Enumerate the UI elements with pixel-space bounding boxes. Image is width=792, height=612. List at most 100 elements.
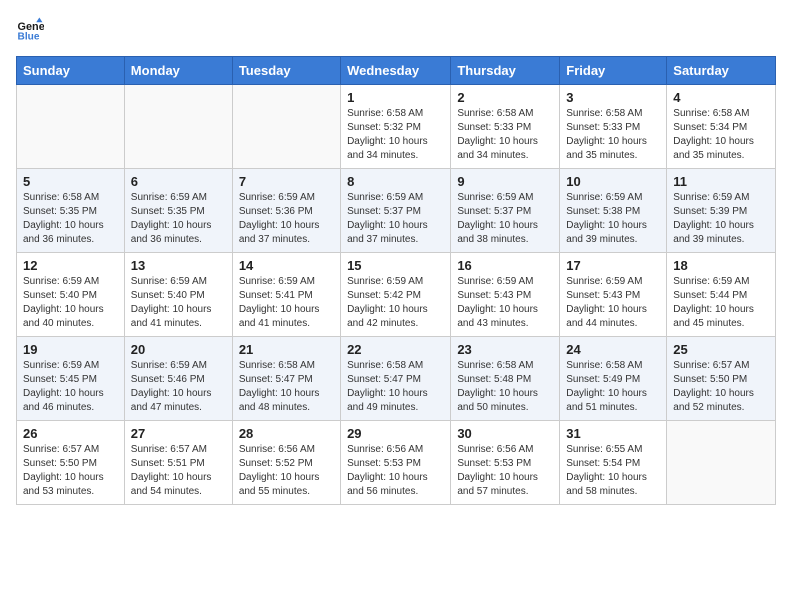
sunrise-text: Sunrise: 6:59 AM [131, 360, 207, 371]
weekday-header-wednesday: Wednesday [341, 57, 451, 85]
sunset-text: Sunset: 5:35 PM [23, 206, 97, 217]
daylight-text: Daylight: 10 hours and 54 minutes. [131, 472, 212, 497]
sunset-text: Sunset: 5:47 PM [239, 374, 313, 385]
day-number: 26 [23, 426, 118, 441]
day-info: Sunrise: 6:58 AM Sunset: 5:35 PM Dayligh… [23, 191, 118, 247]
day-cell [667, 421, 776, 505]
daylight-text: Daylight: 10 hours and 35 minutes. [673, 136, 754, 161]
day-cell: 2 Sunrise: 6:58 AM Sunset: 5:33 PM Dayli… [451, 85, 560, 169]
day-number: 8 [347, 174, 444, 189]
sunset-text: Sunset: 5:37 PM [347, 206, 421, 217]
day-number: 1 [347, 90, 444, 105]
daylight-text: Daylight: 10 hours and 45 minutes. [673, 304, 754, 329]
sunrise-text: Sunrise: 6:56 AM [457, 444, 533, 455]
week-row-1: 1 Sunrise: 6:58 AM Sunset: 5:32 PM Dayli… [17, 85, 776, 169]
sunset-text: Sunset: 5:52 PM [239, 458, 313, 469]
sunset-text: Sunset: 5:35 PM [131, 206, 205, 217]
sunset-text: Sunset: 5:43 PM [566, 290, 640, 301]
day-cell: 5 Sunrise: 6:58 AM Sunset: 5:35 PM Dayli… [17, 169, 125, 253]
day-cell: 6 Sunrise: 6:59 AM Sunset: 5:35 PM Dayli… [124, 169, 232, 253]
sunset-text: Sunset: 5:48 PM [457, 374, 531, 385]
day-info: Sunrise: 6:59 AM Sunset: 5:36 PM Dayligh… [239, 191, 334, 247]
daylight-text: Daylight: 10 hours and 44 minutes. [566, 304, 647, 329]
svg-text:Blue: Blue [18, 31, 40, 42]
logo: General Blue [16, 16, 48, 44]
day-number: 11 [673, 174, 769, 189]
day-number: 6 [131, 174, 226, 189]
sunrise-text: Sunrise: 6:59 AM [23, 360, 99, 371]
day-info: Sunrise: 6:58 AM Sunset: 5:47 PM Dayligh… [239, 359, 334, 415]
sunrise-text: Sunrise: 6:59 AM [23, 276, 99, 287]
day-cell: 28 Sunrise: 6:56 AM Sunset: 5:52 PM Dayl… [232, 421, 340, 505]
sunrise-text: Sunrise: 6:55 AM [566, 444, 642, 455]
day-info: Sunrise: 6:55 AM Sunset: 5:54 PM Dayligh… [566, 443, 660, 499]
sunset-text: Sunset: 5:38 PM [566, 206, 640, 217]
daylight-text: Daylight: 10 hours and 36 minutes. [23, 220, 104, 245]
day-info: Sunrise: 6:58 AM Sunset: 5:32 PM Dayligh… [347, 107, 444, 163]
daylight-text: Daylight: 10 hours and 52 minutes. [673, 388, 754, 413]
sunset-text: Sunset: 5:36 PM [239, 206, 313, 217]
day-cell: 15 Sunrise: 6:59 AM Sunset: 5:42 PM Dayl… [341, 253, 451, 337]
weekday-header-sunday: Sunday [17, 57, 125, 85]
day-info: Sunrise: 6:59 AM Sunset: 5:40 PM Dayligh… [131, 275, 226, 331]
day-number: 7 [239, 174, 334, 189]
day-number: 27 [131, 426, 226, 441]
day-info: Sunrise: 6:59 AM Sunset: 5:39 PM Dayligh… [673, 191, 769, 247]
daylight-text: Daylight: 10 hours and 55 minutes. [239, 472, 320, 497]
sunset-text: Sunset: 5:50 PM [673, 374, 747, 385]
daylight-text: Daylight: 10 hours and 47 minutes. [131, 388, 212, 413]
day-cell: 9 Sunrise: 6:59 AM Sunset: 5:37 PM Dayli… [451, 169, 560, 253]
day-info: Sunrise: 6:59 AM Sunset: 5:45 PM Dayligh… [23, 359, 118, 415]
sunset-text: Sunset: 5:34 PM [673, 122, 747, 133]
day-cell: 20 Sunrise: 6:59 AM Sunset: 5:46 PM Dayl… [124, 337, 232, 421]
daylight-text: Daylight: 10 hours and 34 minutes. [347, 136, 428, 161]
day-number: 30 [457, 426, 553, 441]
daylight-text: Daylight: 10 hours and 37 minutes. [239, 220, 320, 245]
day-info: Sunrise: 6:58 AM Sunset: 5:33 PM Dayligh… [457, 107, 553, 163]
daylight-text: Daylight: 10 hours and 39 minutes. [673, 220, 754, 245]
day-info: Sunrise: 6:59 AM Sunset: 5:40 PM Dayligh… [23, 275, 118, 331]
sunrise-text: Sunrise: 6:59 AM [347, 276, 423, 287]
sunset-text: Sunset: 5:53 PM [457, 458, 531, 469]
weekday-header-row: SundayMondayTuesdayWednesdayThursdayFrid… [17, 57, 776, 85]
day-number: 17 [566, 258, 660, 273]
sunrise-text: Sunrise: 6:59 AM [566, 192, 642, 203]
sunset-text: Sunset: 5:46 PM [131, 374, 205, 385]
daylight-text: Daylight: 10 hours and 38 minutes. [457, 220, 538, 245]
day-number: 5 [23, 174, 118, 189]
day-cell: 16 Sunrise: 6:59 AM Sunset: 5:43 PM Dayl… [451, 253, 560, 337]
day-number: 14 [239, 258, 334, 273]
day-info: Sunrise: 6:57 AM Sunset: 5:50 PM Dayligh… [23, 443, 118, 499]
day-number: 31 [566, 426, 660, 441]
sunset-text: Sunset: 5:49 PM [566, 374, 640, 385]
daylight-text: Daylight: 10 hours and 57 minutes. [457, 472, 538, 497]
day-number: 2 [457, 90, 553, 105]
daylight-text: Daylight: 10 hours and 46 minutes. [23, 388, 104, 413]
sunset-text: Sunset: 5:47 PM [347, 374, 421, 385]
day-number: 16 [457, 258, 553, 273]
sunrise-text: Sunrise: 6:59 AM [239, 192, 315, 203]
sunset-text: Sunset: 5:40 PM [23, 290, 97, 301]
day-number: 20 [131, 342, 226, 357]
sunrise-text: Sunrise: 6:57 AM [23, 444, 99, 455]
sunrise-text: Sunrise: 6:59 AM [566, 276, 642, 287]
daylight-text: Daylight: 10 hours and 37 minutes. [347, 220, 428, 245]
day-number: 19 [23, 342, 118, 357]
logo-icon: General Blue [16, 16, 44, 44]
week-row-4: 19 Sunrise: 6:59 AM Sunset: 5:45 PM Dayl… [17, 337, 776, 421]
sunrise-text: Sunrise: 6:57 AM [673, 360, 749, 371]
daylight-text: Daylight: 10 hours and 42 minutes. [347, 304, 428, 329]
day-info: Sunrise: 6:58 AM Sunset: 5:49 PM Dayligh… [566, 359, 660, 415]
sunrise-text: Sunrise: 6:58 AM [566, 108, 642, 119]
day-cell: 30 Sunrise: 6:56 AM Sunset: 5:53 PM Dayl… [451, 421, 560, 505]
day-info: Sunrise: 6:59 AM Sunset: 5:43 PM Dayligh… [457, 275, 553, 331]
day-info: Sunrise: 6:57 AM Sunset: 5:50 PM Dayligh… [673, 359, 769, 415]
daylight-text: Daylight: 10 hours and 53 minutes. [23, 472, 104, 497]
sunset-text: Sunset: 5:50 PM [23, 458, 97, 469]
day-info: Sunrise: 6:58 AM Sunset: 5:48 PM Dayligh… [457, 359, 553, 415]
day-number: 13 [131, 258, 226, 273]
day-cell: 10 Sunrise: 6:59 AM Sunset: 5:38 PM Dayl… [560, 169, 667, 253]
weekday-header-tuesday: Tuesday [232, 57, 340, 85]
day-cell: 31 Sunrise: 6:55 AM Sunset: 5:54 PM Dayl… [560, 421, 667, 505]
day-info: Sunrise: 6:59 AM Sunset: 5:46 PM Dayligh… [131, 359, 226, 415]
